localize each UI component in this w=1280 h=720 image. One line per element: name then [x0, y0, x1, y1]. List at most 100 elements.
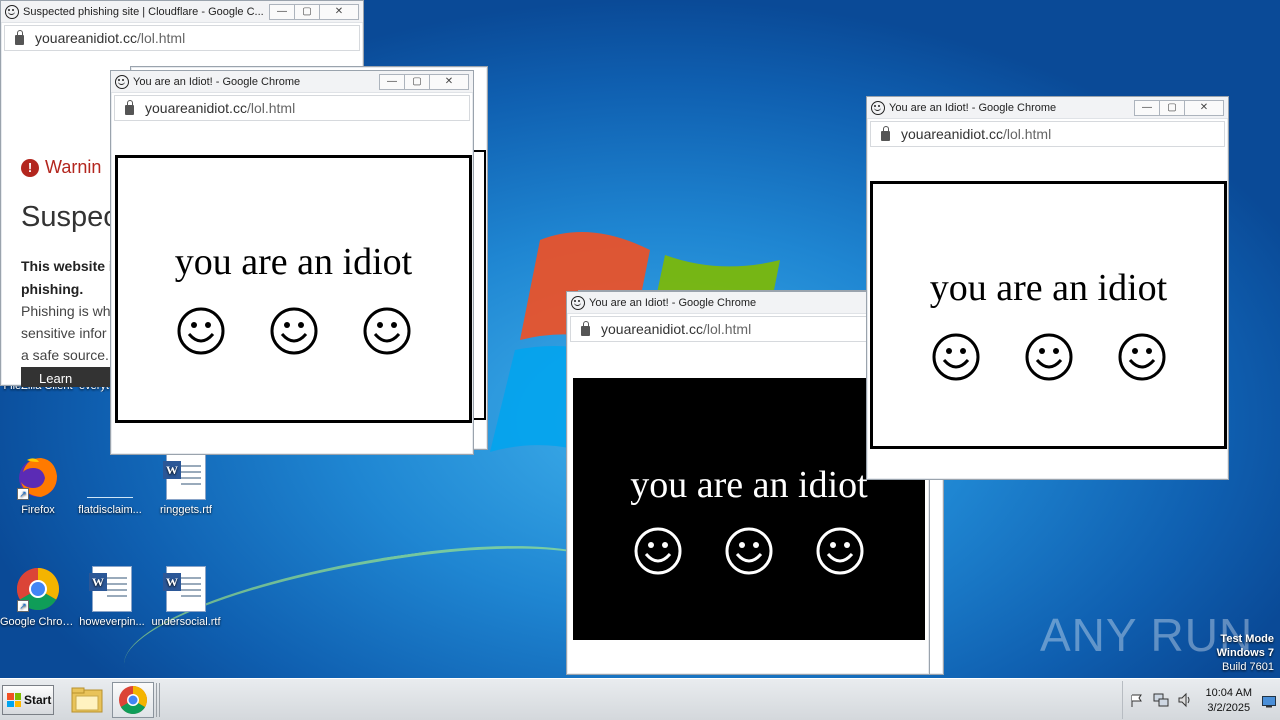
warning-icon: ! [21, 158, 39, 177]
clock-time: 10:04 AM [1205, 687, 1252, 699]
os-name-line: Windows 7 [1216, 647, 1274, 659]
bold-description: This website i phishing. [21, 255, 113, 301]
url-host: youareanidiot.cc [901, 126, 1003, 142]
desktop-icon-flatdisclaim[interactable]: flatdisclaim... [72, 454, 148, 516]
folder-icon [71, 687, 103, 713]
desktop-icon-howeverpin[interactable]: W howeverpin... [74, 566, 150, 628]
idiot-content-box[interactable]: you are an idiot [115, 155, 472, 423]
desktop-icon-label: undersocial.rtf [151, 616, 221, 628]
shortcut-arrow-icon: ↗ [17, 600, 29, 612]
title-bar[interactable]: Suspected phishing site | Cloudflare - G… [1, 1, 363, 23]
desktop-icon-ringgets[interactable]: W ringgets.rtf [148, 454, 224, 516]
smiley-favicon-icon [115, 74, 129, 89]
smiley-row [576, 526, 922, 576]
background-window-edge [474, 150, 486, 420]
body-line: Phishing is wh [21, 303, 111, 319]
smiley-icon [1117, 332, 1167, 382]
url-path: /lol.html [1002, 126, 1052, 142]
window-title: Suspected phishing site | Cloudflare - G… [23, 5, 264, 18]
smiley-icon [176, 306, 226, 356]
smiley-icon [931, 332, 981, 382]
test-mode-line: Test Mode [1220, 633, 1274, 645]
body-line: a safe source. [21, 347, 109, 363]
desktop-icon-google-chrome[interactable]: ↗ Google Chrome [0, 566, 76, 628]
address-bar[interactable]: youareanidiot.cc/lol.html [114, 95, 470, 121]
maximize-button[interactable]: ▢ [1159, 99, 1185, 116]
idiot-window-2[interactable]: You are an Idiot! - Google Chrome — ▢ ✕ … [866, 96, 1229, 480]
idiot-window-1[interactable]: You are an Idiot! - Google Chrome — ▢ ✕ … [110, 70, 474, 455]
chrome-icon: ↗ [15, 566, 61, 612]
smiley-favicon-icon [871, 100, 885, 115]
url-path: /lol.html [136, 30, 186, 46]
smiley-favicon-icon [5, 4, 19, 19]
start-label: Start [24, 693, 52, 707]
window-title: You are an Idiot! - Google Chrome [889, 101, 1057, 114]
system-tray: 10:04 AM 3/2/2025 [1122, 681, 1280, 719]
address-bar[interactable]: youareanidiot.cc/lol.html [4, 25, 360, 51]
url-host: youareanidiot.cc [145, 100, 247, 116]
desktop-icon-label: flatdisclaim... [78, 504, 142, 516]
warning-label: ! Warnin [21, 157, 101, 178]
start-button[interactable]: Start [2, 685, 54, 715]
chrome-icon [119, 686, 147, 714]
taskbar-chrome-button[interactable] [112, 682, 154, 718]
close-button[interactable]: ✕ [1184, 99, 1224, 116]
body-line: sensitive infor [21, 325, 107, 341]
smiley-icon [1024, 332, 1074, 382]
address-bar[interactable]: youareanidiot.cc/lol.html [870, 121, 1225, 147]
volume-icon[interactable] [1177, 692, 1193, 708]
word-document-icon: W [163, 454, 209, 500]
idiot-text: you are an idiot [929, 267, 1168, 309]
smiley-row [873, 332, 1224, 382]
maximize-button[interactable]: ▢ [294, 3, 320, 20]
network-icon[interactable] [1153, 692, 1169, 708]
word-document-icon: W [163, 566, 209, 612]
url-host: youareanidiot.cc [601, 321, 703, 337]
desktop-icon-label: ringgets.rtf [160, 504, 212, 516]
windows-logo-icon [7, 693, 21, 707]
clock[interactable]: 10:04 AM 3/2/2025 [1206, 686, 1252, 716]
bold-line: phishing. [21, 281, 84, 297]
close-button[interactable]: ✕ [319, 3, 359, 20]
minimize-button[interactable]: — [379, 73, 405, 90]
show-desktop-button[interactable] [1262, 693, 1276, 708]
blank-file-icon [87, 454, 133, 500]
page-heading: Suspec [21, 201, 118, 233]
minimize-button[interactable]: — [269, 3, 295, 20]
url-path: /lol.html [246, 100, 296, 116]
word-document-icon: W [89, 566, 135, 612]
desktop-icon-label: howeverpin... [79, 616, 145, 628]
lock-icon [15, 29, 24, 45]
lock-icon [581, 320, 590, 336]
lock-icon [881, 125, 890, 141]
test-mode-notice: Test Mode Windows 7 Build 7601 [1217, 632, 1274, 674]
desktop-icon-firefox[interactable]: ↗ Firefox [0, 454, 76, 516]
taskbar-explorer-button[interactable] [66, 682, 108, 718]
window-title: You are an Idiot! - Google Chrome [133, 75, 301, 88]
minimize-button[interactable]: — [1134, 99, 1160, 116]
title-bar[interactable]: You are an Idiot! - Google Chrome — ▢ ✕ [867, 97, 1228, 119]
firefox-icon: ↗ [15, 454, 61, 500]
learn-more-button[interactable]: Learn More [21, 367, 121, 387]
flag-icon[interactable] [1131, 693, 1143, 707]
desktop-icon-label: Google Chrome [0, 616, 76, 628]
desktop-icon-undersocial[interactable]: W undersocial.rtf [148, 566, 224, 628]
bold-line: This website i [21, 258, 113, 274]
close-button[interactable]: ✕ [429, 73, 469, 90]
idiot-content-box[interactable]: you are an idiot [870, 181, 1227, 449]
title-bar[interactable]: You are an Idiot! - Google Chrome — ▢ ✕ [111, 71, 473, 93]
clock-date: 3/2/2025 [1207, 702, 1251, 714]
smiley-row [118, 306, 469, 356]
lock-icon [125, 99, 134, 115]
warning-text: Warnin [45, 157, 102, 177]
smiley-icon [362, 306, 412, 356]
taskbar: Start 10:04 AM 3/2/2025 [0, 678, 1280, 720]
build-line: Build 7601 [1222, 661, 1274, 673]
body-description: Phishing is wh sensitive infor a safe so… [21, 300, 111, 366]
maximize-button[interactable]: ▢ [404, 73, 430, 90]
smiley-favicon-icon [571, 295, 585, 310]
shortcut-arrow-icon: ↗ [17, 488, 29, 500]
url-path: /lol.html [702, 321, 752, 337]
idiot-text: you are an idiot [174, 241, 413, 283]
smiley-icon [269, 306, 319, 356]
